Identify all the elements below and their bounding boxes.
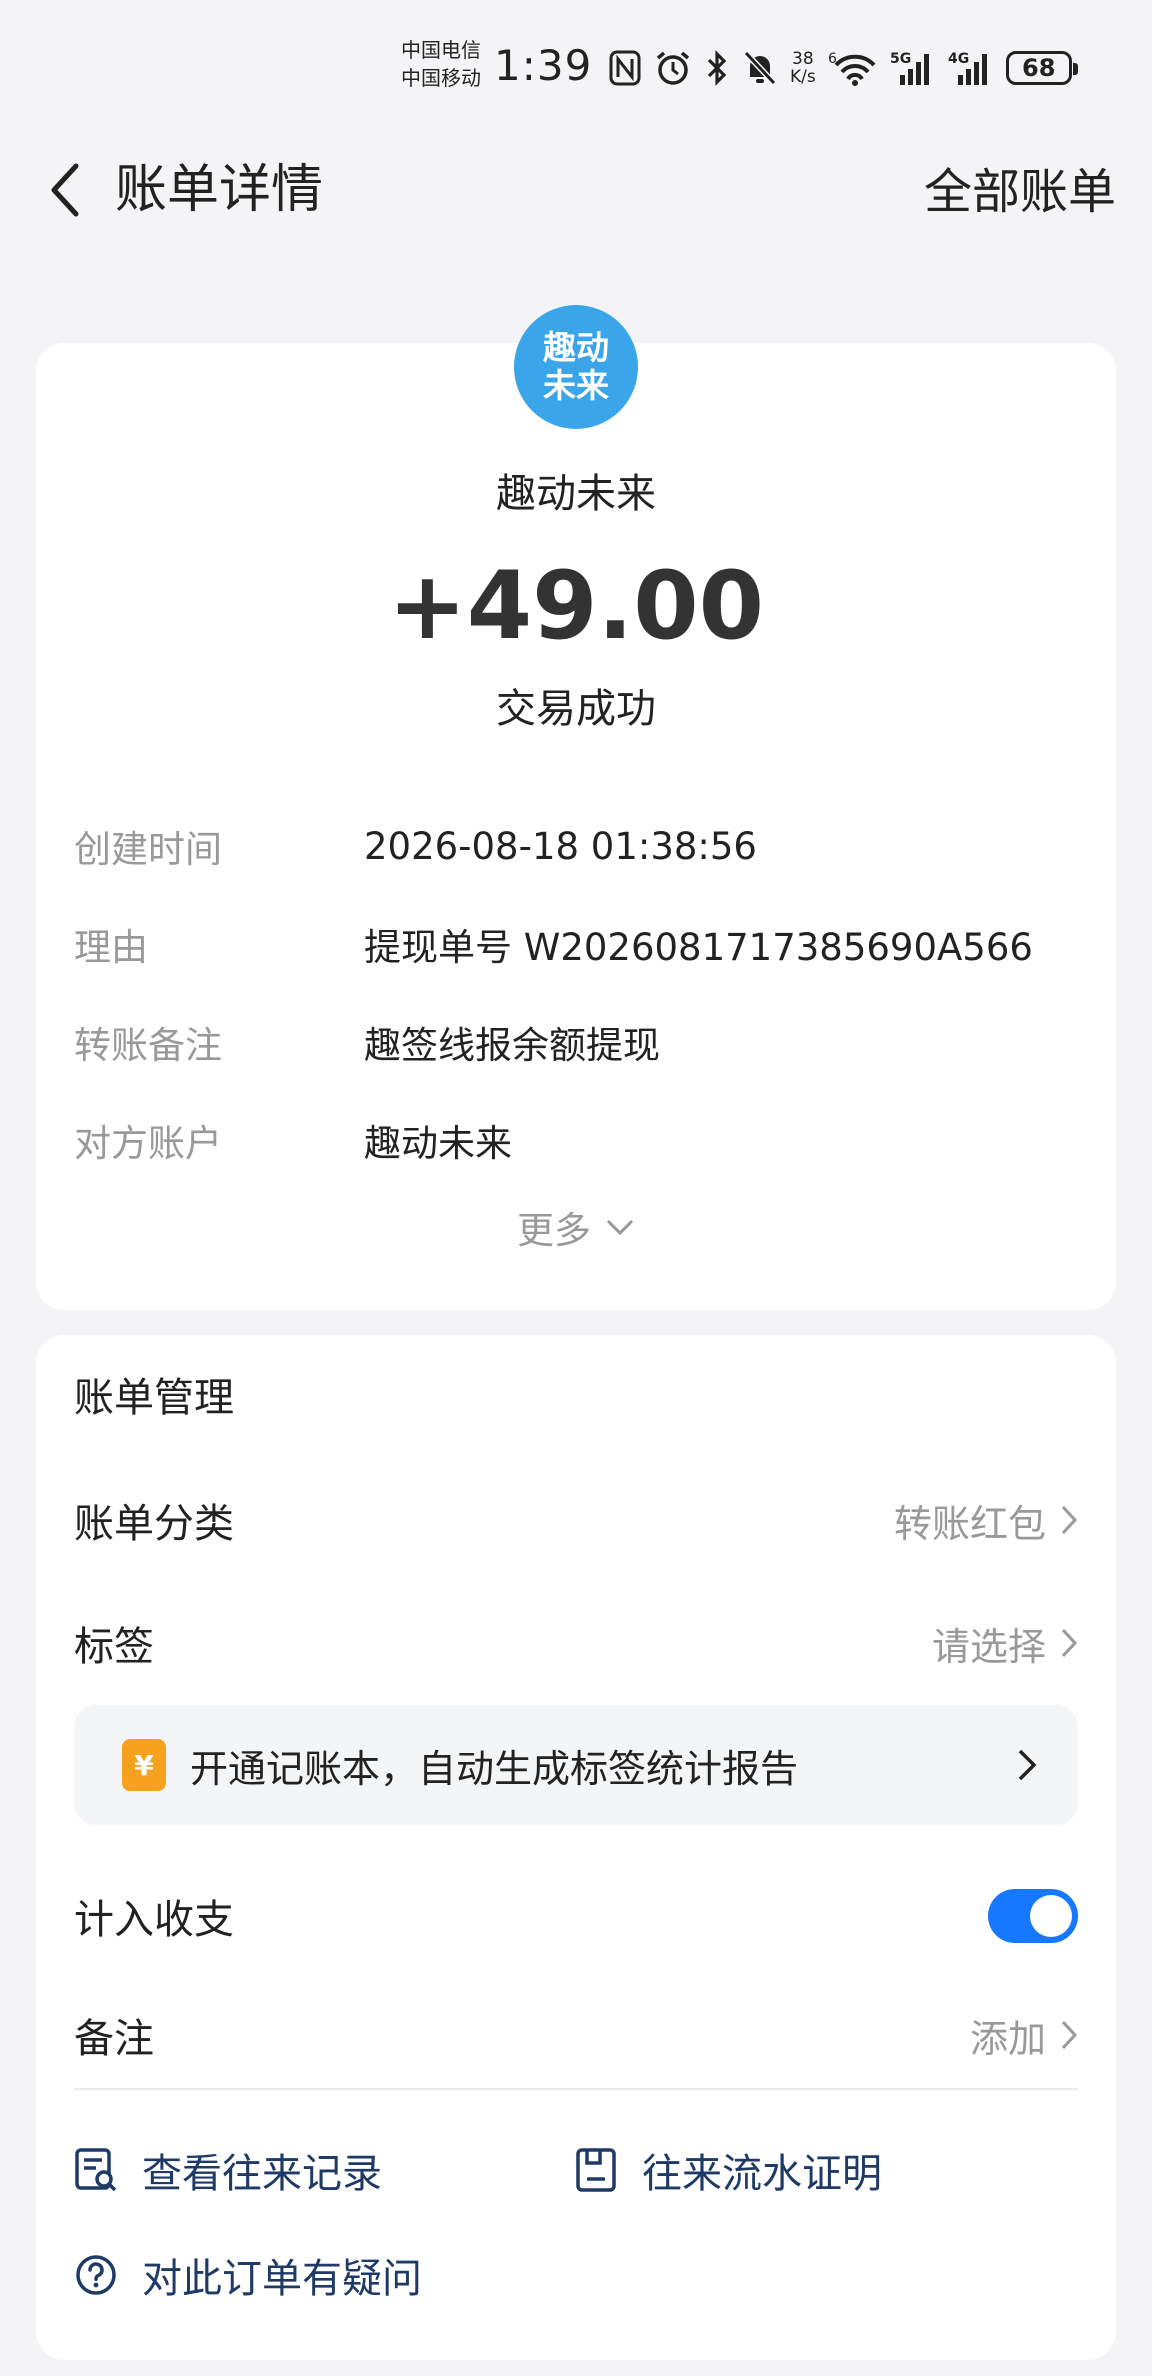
chevron-right-icon (1061, 2020, 1078, 2050)
section-title: 账单管理 (74, 1375, 234, 1421)
chevron-right-icon (1018, 1749, 1037, 1781)
carrier-info: 中国电信 中国移动 (401, 36, 481, 92)
status-time: 1:39 (494, 41, 593, 90)
detail-row-transfer-note: 转账备注 趣签线报余额提现 (74, 1014, 660, 1070)
document-icon (576, 2148, 616, 2192)
detail-row-counterparty: 对方账户 趣动未来 (74, 1112, 512, 1168)
transaction-proof-link[interactable]: 往来流水证明 (574, 2140, 882, 2200)
ledger-promo-banner[interactable]: ¥ 开通记账本，自动生成标签统计报告 (74, 1705, 1078, 1825)
order-question-link[interactable]: 对此订单有疑问 (74, 2245, 422, 2305)
merchant-avatar: 趣动 未来 (514, 305, 638, 429)
transaction-amount: +49.00 (387, 552, 765, 661)
net-speed: 38 K/s (790, 50, 816, 86)
merchant-name: 趣动未来 (496, 471, 656, 517)
note-label: 备注 (74, 2016, 154, 2062)
detail-label: 理由 (74, 926, 148, 969)
detail-value: 趣签线报余额提现 (364, 1024, 660, 1067)
signal-4g-icon: 4G (948, 49, 994, 87)
transaction-proof-label: 往来流水证明 (642, 2151, 882, 2197)
divider (74, 2088, 1078, 2090)
bluetooth-icon (704, 49, 730, 87)
toggle-knob (1030, 1895, 1072, 1937)
back-button[interactable] (36, 160, 96, 220)
transaction-status: 交易成功 (496, 686, 656, 732)
signal-5g-icon: 5G (890, 49, 936, 87)
note-value-wrap: 添加 (970, 2008, 1078, 2063)
bill-category-value: 转账红包 (893, 1501, 1046, 1546)
carrier-2: 中国移动 (401, 66, 481, 90)
question-circle-icon (76, 2255, 116, 2295)
record-search-icon (75, 2148, 117, 2192)
status-bar: 中国电信 中国移动 1:39 38 K/s 6 5G 4G 68 (0, 0, 1152, 130)
bill-category-label: 账单分类 (74, 1501, 234, 1547)
chevron-right-icon (1061, 1628, 1078, 1658)
mute-icon (742, 49, 778, 87)
tag-value: 请选择 (931, 1624, 1046, 1669)
carrier-1: 中国电信 (401, 38, 481, 62)
detail-value: 趣动未来 (364, 1122, 512, 1165)
avatar-text-line2: 未来 (543, 366, 609, 405)
yuan-ticket-icon: ¥ (122, 1739, 166, 1791)
note-row[interactable]: 备注 添加 (74, 2000, 1078, 2070)
detail-row-reason: 理由 提现单号 W2026081717385690A566 (74, 916, 1033, 972)
more-label: 更多 (517, 1209, 591, 1252)
chevron-right-icon (1061, 1505, 1078, 1535)
include-in-budget-label: 计入收支 (74, 1897, 234, 1943)
note-value: 添加 (969, 2016, 1046, 2061)
view-history-link[interactable]: 查看往来记录 (74, 2140, 382, 2200)
bill-category-row[interactable]: 账单分类 转账红包 (74, 1485, 1078, 1555)
include-in-budget-row: 计入收支 (74, 1881, 1078, 1951)
detail-value: 2026-08-18 01:38:56 (364, 824, 757, 868)
page-title: 账单详情 (115, 160, 324, 220)
detail-value: 提现单号 W2026081717385690A566 (364, 926, 1033, 969)
chevron-down-icon (606, 1219, 634, 1236)
tag-row[interactable]: 标签 请选择 (74, 1608, 1078, 1678)
promo-text: 开通记账本，自动生成标签统计报告 (190, 1746, 799, 1791)
tag-label: 标签 (74, 1624, 154, 1670)
bill-category-value-wrap: 转账红包 (894, 1493, 1078, 1548)
alarm-icon (654, 49, 692, 87)
all-bills-link[interactable]: 全部账单 (924, 162, 1116, 222)
detail-label: 创建时间 (74, 828, 222, 871)
signal-4g-label: 4G (948, 51, 969, 67)
more-details-button[interactable]: 更多 (0, 1200, 1152, 1254)
nav-bar: 账单详情 全部账单 (0, 130, 1152, 250)
net-speed-value: 38 (792, 49, 814, 69)
battery-level: 68 (1022, 54, 1056, 82)
chevron-left-icon (51, 163, 79, 217)
order-question-label: 对此订单有疑问 (142, 2256, 422, 2302)
avatar-text-line1: 趣动 (543, 328, 609, 367)
status-icons: 38 K/s 6 5G 4G 68 (608, 44, 1078, 92)
detail-label: 转账备注 (74, 1024, 222, 1067)
detail-row-created-time: 创建时间 2026-08-18 01:38:56 (74, 818, 757, 874)
include-in-budget-toggle[interactable] (988, 1889, 1078, 1943)
battery-icon: 68 (1005, 51, 1078, 85)
signal-5g-label: 5G (890, 51, 911, 67)
detail-label: 对方账户 (74, 1122, 222, 1165)
tag-value-wrap: 请选择 (932, 1616, 1078, 1671)
view-history-label: 查看往来记录 (142, 2151, 382, 2197)
nfc-icon (608, 49, 642, 87)
net-speed-unit: K/s (790, 67, 816, 87)
wifi-icon: 6 (828, 49, 878, 87)
